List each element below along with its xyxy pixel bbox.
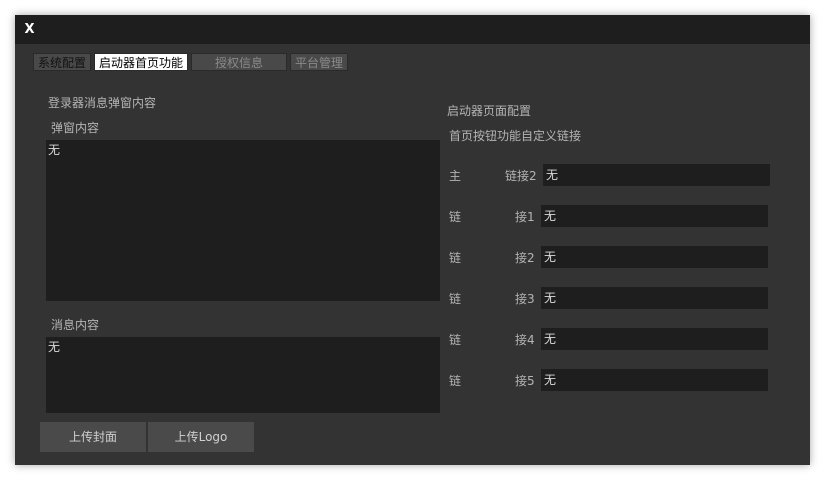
tab-launcher-home[interactable]: 启动器首页功能 [94, 53, 188, 71]
link4-input[interactable]: 无 [541, 328, 768, 350]
tab-platform-admin[interactable]: 平台管理 [290, 53, 348, 71]
main-link2-input[interactable]: 无 [543, 164, 770, 186]
link-row-label: 接1 [515, 210, 535, 224]
custom-links-subtitle: 首页按钮功能自定义链接 [449, 129, 582, 143]
right-section-title: 启动器页面配置 [447, 104, 532, 118]
link-row-prefix: 链 [449, 251, 462, 265]
link-row-prefix: 链 [449, 333, 462, 347]
tab-system-config[interactable]: 系统配置 [33, 53, 91, 71]
title-bar: X [15, 15, 810, 44]
left-section-title: 登录器消息弹窗内容 [48, 96, 157, 110]
upload-cover-button[interactable]: 上传封面 [40, 422, 146, 452]
link-row-prefix: 链 [449, 210, 462, 224]
link3-input[interactable]: 无 [541, 287, 768, 309]
popup-content-label: 弹窗内容 [51, 121, 100, 135]
link-row-prefix: 链 [449, 374, 462, 388]
message-content-textarea[interactable]: 无 [46, 337, 440, 413]
tab-license-info[interactable]: 授权信息 [191, 53, 287, 71]
link-row-label: 链接2 [505, 169, 537, 183]
upload-logo-button[interactable]: 上传Logo [148, 422, 254, 452]
link1-input[interactable]: 无 [541, 205, 768, 227]
message-content-label: 消息内容 [51, 318, 100, 332]
link5-input[interactable]: 无 [541, 369, 768, 391]
app-window: X 系统配置 启动器首页功能 授权信息 平台管理 登录器消息弹窗内容 弹窗内容 … [15, 15, 810, 465]
link-row-label: 接5 [515, 374, 535, 388]
link2-input[interactable]: 无 [541, 246, 768, 268]
link-row-label: 接3 [515, 292, 535, 306]
link-row-prefix: 链 [449, 292, 462, 306]
link-row-label: 接2 [515, 251, 535, 265]
popup-content-textarea[interactable]: 无 [46, 140, 440, 301]
close-icon[interactable]: X [15, 15, 44, 44]
link-row-label: 接4 [515, 333, 535, 347]
link-row-prefix: 主 [449, 169, 462, 183]
